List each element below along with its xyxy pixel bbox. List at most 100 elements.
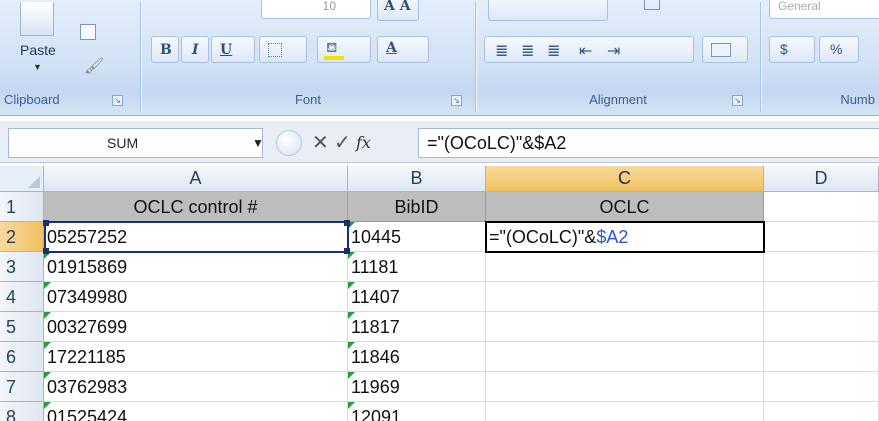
font-group-label: Font: [294, 92, 321, 107]
row-header[interactable]: 2: [0, 222, 44, 252]
font-size-select[interactable]: 10: [261, 0, 371, 19]
enter-check-icon[interactable]: ✓: [334, 128, 351, 158]
increase-indent-icon: ⇥: [607, 43, 621, 60]
cell-d8[interactable]: [764, 402, 879, 421]
cell-d5[interactable]: [764, 312, 879, 342]
alignment-group-label: Alignment: [589, 92, 647, 107]
italic-button[interactable]: I: [181, 36, 209, 63]
cell-a1[interactable]: OCLC control #: [44, 192, 348, 222]
borders-icon: [268, 43, 282, 57]
font-color-label: A: [386, 40, 397, 56]
alignment-dialog-launcher-icon[interactable]: ↘: [732, 95, 743, 106]
formula-controls: ▼ ✕ ✓ fx: [252, 128, 418, 158]
merge-center-button[interactable]: [702, 36, 748, 63]
paste-button[interactable]: Paste ▼: [8, 2, 66, 84]
cell-c5[interactable]: [486, 312, 764, 342]
cell-a4[interactable]: 07349980: [44, 282, 348, 312]
formula-text: ="(OCoLC)"&$A2: [427, 133, 567, 153]
cancel-icon[interactable]: ✕: [312, 128, 329, 158]
clipboard-group: Paste ▼ 🖌 Clipboard ↘: [0, 0, 140, 116]
cell-a3[interactable]: 01915869: [44, 252, 348, 282]
underline-label: U: [220, 42, 233, 58]
cell-b5[interactable]: 11817: [348, 312, 486, 342]
font-color-button[interactable]: A: [377, 36, 429, 63]
cell-b4[interactable]: 11407: [348, 282, 486, 312]
row-header[interactable]: 3: [0, 252, 44, 282]
cell-d4[interactable]: [764, 282, 879, 312]
row-header[interactable]: 4: [0, 282, 44, 312]
decrease-indent-icon: ⇤: [579, 43, 593, 60]
font-size-value: 10: [322, 0, 336, 13]
cell-d7[interactable]: [764, 372, 879, 402]
cell-b7[interactable]: 11969: [348, 372, 486, 402]
number-group-label: Numb: [840, 92, 875, 107]
cell-c1[interactable]: OCLC: [486, 192, 764, 222]
cell-a7[interactable]: 03762983: [44, 372, 348, 402]
wrap-text-icon[interactable]: [644, 0, 660, 10]
column-header-b[interactable]: B: [348, 166, 486, 192]
number-format-value: General: [778, 0, 821, 13]
align-right-icon: ≣: [547, 43, 561, 60]
align-center-icon: ≣: [521, 43, 535, 60]
accounting-format-button[interactable]: $: [769, 36, 815, 63]
clipboard-icon: [20, 2, 54, 36]
row-header[interactable]: 1: [0, 192, 44, 222]
active-cell-border: [485, 221, 765, 253]
formula-bar: SUM ▼ ✕ ✓ fx ="(OCoLC)"&$A2: [0, 121, 879, 163]
cell-d2[interactable]: [764, 222, 879, 252]
row-header[interactable]: 6: [0, 342, 44, 372]
function-wizard-orb-icon: [276, 130, 302, 156]
bold-label: B: [160, 42, 172, 58]
cell-d6[interactable]: [764, 342, 879, 372]
name-box[interactable]: SUM: [8, 128, 263, 158]
grow-font-button[interactable]: A A: [377, 0, 419, 21]
insert-function-icon[interactable]: fx: [356, 128, 371, 158]
underline-button[interactable]: U: [211, 36, 255, 63]
cell-c7[interactable]: [486, 372, 764, 402]
cell-c6[interactable]: [486, 342, 764, 372]
alignment-group: ≣ ≣ ≣ ⇤ ⇥ Alignment ↘: [476, 0, 760, 116]
cell-c8[interactable]: [486, 402, 764, 421]
cell-b1[interactable]: BibID: [348, 192, 486, 222]
number-format-select[interactable]: General: [769, 0, 879, 19]
paste-label: Paste: [20, 42, 56, 58]
cell-d3[interactable]: [764, 252, 879, 282]
formula-input[interactable]: ="(OCoLC)"&$A2: [418, 128, 879, 158]
align-top-button[interactable]: [488, 0, 608, 21]
percent-style-button[interactable]: %: [819, 36, 859, 63]
fill-color-button[interactable]: ⛾: [317, 36, 371, 63]
row-header[interactable]: 8: [0, 402, 44, 421]
cell-a2[interactable]: 05257252: [44, 222, 348, 252]
format-painter-icon[interactable]: 🖌: [84, 56, 104, 78]
percent-label: %: [830, 41, 843, 57]
bold-button[interactable]: B: [151, 36, 179, 63]
copy-icon[interactable]: [80, 24, 96, 40]
row-header[interactable]: 5: [0, 312, 44, 342]
cell-b2[interactable]: 10445: [348, 222, 486, 252]
column-header-d[interactable]: D: [764, 166, 879, 192]
cell-a5[interactable]: 00327699: [44, 312, 348, 342]
cell-c4[interactable]: [486, 282, 764, 312]
cell-c3[interactable]: [486, 252, 764, 282]
cell-d1[interactable]: [764, 192, 879, 222]
merge-icon: [711, 43, 731, 57]
column-header-c[interactable]: C: [486, 166, 764, 192]
horizontal-align-group[interactable]: ≣ ≣ ≣ ⇤ ⇥: [484, 36, 694, 63]
select-all-corner[interactable]: [0, 166, 44, 192]
font-group: 10 A A B I U ⛾ A Font ↘: [141, 0, 475, 116]
worksheet-grid: A B C D 1 2 3 4 5 6 7 8 OCLC control # B…: [0, 166, 879, 421]
cell-b8[interactable]: 12091: [348, 402, 486, 421]
cell-a8[interactable]: 01525424: [44, 402, 348, 421]
cell-b3[interactable]: 11181: [348, 252, 486, 282]
row-header[interactable]: 7: [0, 372, 44, 402]
fill-color-bar: [324, 56, 344, 60]
name-box-dropdown-icon[interactable]: ▼: [252, 128, 264, 158]
borders-button[interactable]: [259, 36, 307, 63]
cell-b6[interactable]: 11846: [348, 342, 486, 372]
column-header-a[interactable]: A: [44, 166, 348, 192]
cell-a6[interactable]: 17221185: [44, 342, 348, 372]
chevron-down-icon: ▼: [33, 62, 42, 72]
clipboard-dialog-launcher-icon[interactable]: ↘: [112, 95, 123, 106]
font-dialog-launcher-icon[interactable]: ↘: [451, 95, 462, 106]
dollar-label: $: [780, 41, 788, 57]
